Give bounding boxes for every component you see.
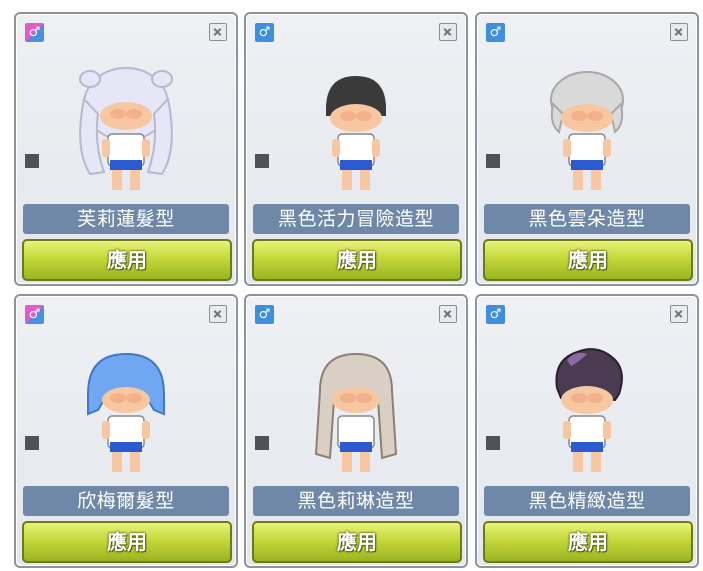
character-avatar-icon [79,67,173,190]
hairstyle-card: ♂ 黑色精緻造型 應用 [475,294,699,568]
close-icon[interactable] [670,23,688,41]
gender-symbol: ♂ [28,25,41,40]
select-checkbox[interactable] [25,154,39,168]
gender-symbol: ♂ [489,307,502,322]
apply-button[interactable]: 應用 [252,521,462,563]
hairstyle-card: ♂ 黑色活力冒險造型 應用 [244,12,468,286]
hairstyle-card: ♂ 黑色雲朵造型 應用 [475,12,699,286]
gender-symbol: ♂ [258,25,271,40]
character-avatar-icon [550,71,624,190]
male-gender-icon: ♂ [255,305,274,324]
apply-button[interactable]: 應用 [252,239,462,281]
select-checkbox[interactable] [25,436,39,450]
select-checkbox[interactable] [486,154,500,168]
male-gender-icon: ♂ [486,305,505,324]
hairstyle-name: 欣梅爾髮型 [23,486,229,516]
select-checkbox[interactable] [255,154,269,168]
select-checkbox[interactable] [486,436,500,450]
character-avatar-icon [326,76,386,190]
hairstyle-grid: ♂ 芙莉蓮髮型 應用 ♂ 黑色活力冒險造型 應用 ♂ 黑色雲朵造型 應用 ♂ 欣… [14,12,700,568]
close-icon[interactable] [209,305,227,323]
apply-button[interactable]: 應用 [22,521,232,563]
close-icon[interactable] [439,305,457,323]
character-avatar-icon [555,348,623,472]
close-icon[interactable] [670,305,688,323]
hairstyle-name: 黑色活力冒險造型 [253,204,459,234]
unisex-gender-icon: ♂ [25,305,44,324]
hairstyle-card: ♂ 芙莉蓮髮型 應用 [14,12,238,286]
close-icon[interactable] [439,23,457,41]
close-icon[interactable] [209,23,227,41]
character-avatar-icon [87,352,165,472]
hairstyle-name: 黑色莉琳造型 [253,486,459,516]
male-gender-icon: ♂ [486,23,505,42]
hairstyle-name: 芙莉蓮髮型 [23,204,229,234]
character-avatar-icon [314,352,398,472]
select-checkbox[interactable] [255,436,269,450]
male-gender-icon: ♂ [255,23,274,42]
hairstyle-name: 黑色雲朵造型 [484,204,690,234]
hairstyle-name: 黑色精緻造型 [484,486,690,516]
apply-button[interactable]: 應用 [483,239,693,281]
gender-symbol: ♂ [28,307,41,322]
hairstyle-card: ♂ 欣梅爾髮型 應用 [14,294,238,568]
hairstyle-card: ♂ 黑色莉琳造型 應用 [244,294,468,568]
apply-button[interactable]: 應用 [483,521,693,563]
gender-symbol: ♂ [258,307,271,322]
apply-button[interactable]: 應用 [22,239,232,281]
unisex-gender-icon: ♂ [25,23,44,42]
gender-symbol: ♂ [489,25,502,40]
